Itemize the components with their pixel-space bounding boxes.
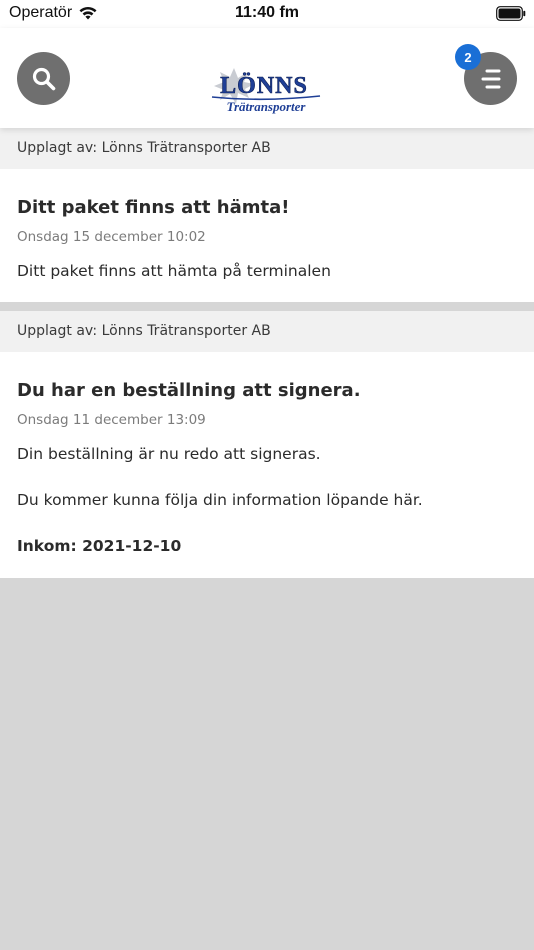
- post-author: Upplagt av: Lönns Trätransporter AB: [0, 311, 534, 352]
- menu-icon: [481, 69, 500, 88]
- post-title: Du har en beställning att signera.: [17, 380, 361, 401]
- divider: [0, 302, 534, 311]
- post-body: Din beställning är nu redo att signeras.: [17, 445, 321, 463]
- post-body-secondary: Du kommer kunna följa din information lö…: [17, 491, 423, 509]
- post-body: Ditt paket finns att hämta på terminalen: [17, 262, 331, 280]
- post-card[interactable]: Du har en beställning att signera. Onsda…: [0, 352, 534, 578]
- post-author: Upplagt av: Lönns Trätransporter AB: [0, 128, 534, 169]
- post-card[interactable]: Ditt paket finns att hämta! Onsdag 15 de…: [0, 169, 534, 302]
- search-button[interactable]: [17, 52, 70, 105]
- post-date: Onsdag 15 december 10:02: [17, 229, 206, 245]
- post-date: Onsdag 11 december 13:09: [17, 412, 206, 428]
- status-time: 11:40 fm: [234, 4, 300, 21]
- search-icon: [32, 67, 55, 90]
- news-feed: Upplagt av: Lönns Trätransporter AB Ditt…: [0, 128, 534, 578]
- notification-badge: 2: [455, 44, 481, 70]
- post-received-date: Inkom: 2021-12-10: [17, 537, 182, 555]
- logo-subtext: Trätransporter: [227, 99, 307, 114]
- status-bar: Operatör 11:40 fm: [0, 0, 534, 28]
- logo-text: LÖNNS: [220, 73, 308, 99]
- battery-icon: [496, 6, 526, 21]
- app-header: LÖNNS Trätransporter 2: [0, 28, 534, 128]
- company-logo: LÖNNS Trätransporter: [211, 68, 321, 114]
- post-title: Ditt paket finns att hämta!: [17, 197, 290, 218]
